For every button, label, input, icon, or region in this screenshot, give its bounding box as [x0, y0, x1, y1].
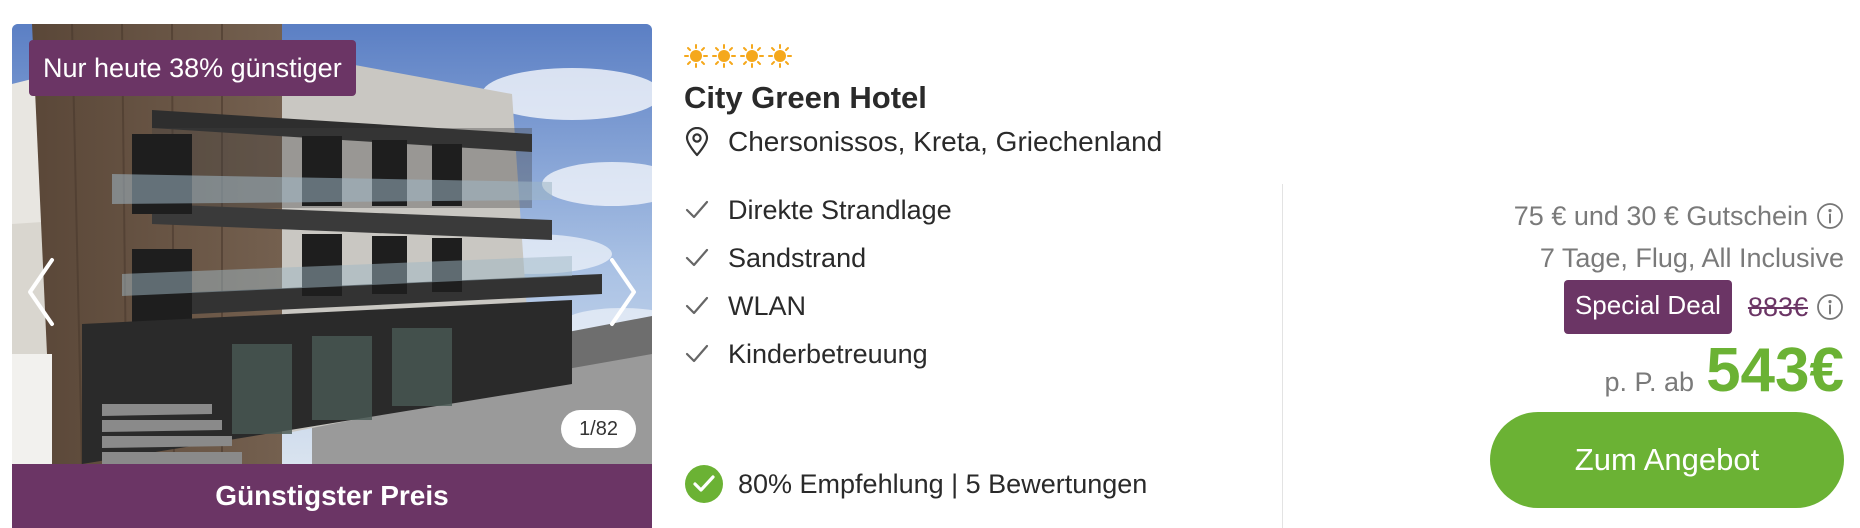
hotel-name[interactable]: City Green Hotel	[684, 78, 927, 118]
old-price: 883€	[1747, 291, 1808, 322]
voucher-row: 75 € und 30 € Gutschein	[1444, 196, 1844, 236]
map-pin-icon	[685, 127, 709, 157]
sun-icon	[684, 44, 708, 68]
list-item: Direkte Strandlage	[684, 186, 952, 234]
discount-badge: Nur heute 38% günstiger	[29, 40, 356, 96]
list-item: WLAN	[684, 282, 952, 330]
check-circle-icon	[685, 465, 723, 503]
special-deal-badge: Special Deal	[1563, 280, 1732, 334]
check-icon	[685, 200, 709, 219]
location-text: Chersonissos, Kreta, Griechenland	[728, 126, 1163, 157]
hotel-offer-card: Nur heute 38% günstiger 1/82 Günstigster…	[0, 0, 1860, 528]
info-icon[interactable]	[1816, 293, 1844, 321]
sun-icon	[740, 44, 764, 68]
image-counter: 1/82	[561, 410, 636, 448]
price-panel: 75 € und 30 € Gutschein 7 Tage, Flug, Al…	[1444, 196, 1844, 508]
divider	[1282, 184, 1283, 528]
deal-row: Special Deal 883€	[1444, 280, 1844, 334]
current-price-row: p. P. ab 543€	[1444, 336, 1844, 406]
feature-label: WLAN	[728, 290, 807, 321]
hotel-location: Chersonissos, Kreta, Griechenland	[684, 124, 1162, 160]
feature-label: Kinderbetreuung	[728, 338, 928, 369]
star-rating	[684, 44, 792, 68]
sun-icon	[712, 44, 736, 68]
current-price: 543€	[1706, 336, 1844, 405]
package-row: 7 Tage, Flug, All Inclusive	[1444, 238, 1844, 278]
package-details: 7 Tage, Flug, All Inclusive	[1539, 242, 1844, 273]
image-gallery[interactable]: Nur heute 38% günstiger 1/82 Günstigster…	[12, 24, 652, 528]
check-icon	[685, 344, 709, 363]
recommendation[interactable]: 80% Empfehlung | 5 Bewertungen	[684, 462, 1147, 506]
info-icon[interactable]	[1816, 202, 1844, 230]
check-icon	[685, 296, 709, 315]
feature-label: Direkte Strandlage	[728, 194, 952, 225]
sun-icon	[768, 44, 792, 68]
feature-label: Sandstrand	[728, 242, 867, 273]
cheapest-price-banner: Günstigster Preis	[12, 464, 652, 528]
view-offer-button[interactable]: Zum Angebot	[1490, 412, 1844, 508]
feature-list: Direkte Strandlage Sandstrand WLAN Kinde…	[684, 186, 952, 378]
list-item: Sandstrand	[684, 234, 952, 282]
check-icon	[685, 248, 709, 267]
list-item: Kinderbetreuung	[684, 330, 952, 378]
chevron-right-icon[interactable]	[602, 252, 642, 332]
chevron-left-icon[interactable]	[22, 252, 62, 332]
price-prefix: p. P. ab	[1604, 367, 1695, 397]
voucher-text: 75 € und 30 € Gutschein	[1513, 200, 1808, 231]
recommendation-text: 80% Empfehlung | 5 Bewertungen	[738, 468, 1148, 499]
